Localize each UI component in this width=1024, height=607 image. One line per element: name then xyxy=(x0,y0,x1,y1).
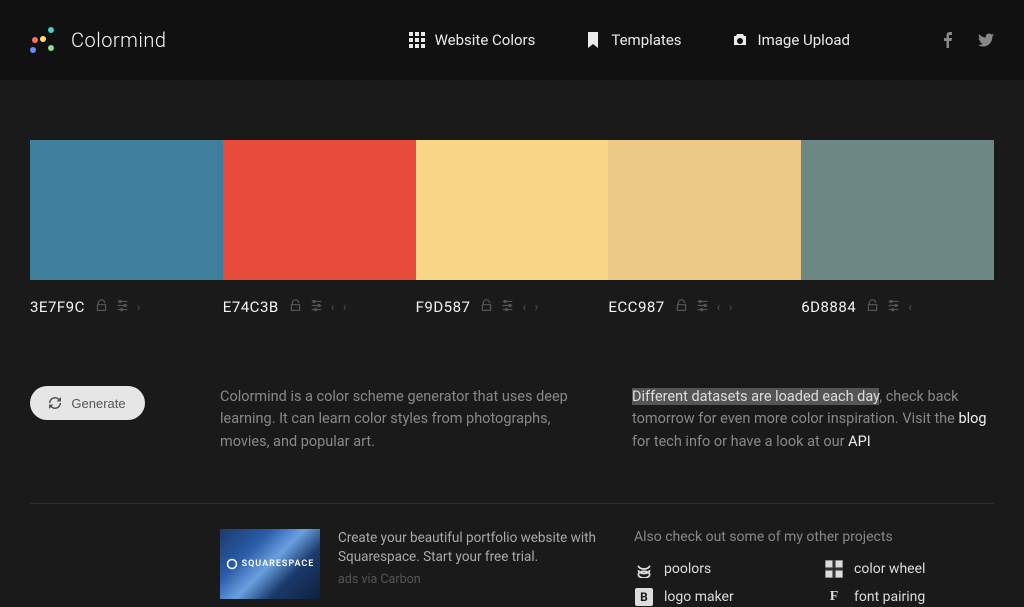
sliders-icon[interactable] xyxy=(116,298,129,316)
sliders-icon[interactable] xyxy=(696,298,709,316)
logo-icon xyxy=(30,27,56,53)
chevron-left-icon[interactable]: ‹ xyxy=(522,300,526,314)
swatch-label-0: 3E7F9C › xyxy=(30,298,223,316)
bookmark-icon xyxy=(585,32,601,48)
hex-label: ECC987 xyxy=(608,298,664,316)
swatch-3[interactable] xyxy=(608,140,801,280)
chevron-left-icon[interactable]: ‹ xyxy=(331,300,335,314)
chevron-right-icon[interactable]: › xyxy=(343,300,347,314)
project-name: color wheel xyxy=(854,561,925,577)
ad-image: SQUARESPACE xyxy=(220,529,320,599)
color-palette xyxy=(30,140,994,280)
chevron-right-icon[interactable]: › xyxy=(535,300,539,314)
refresh-icon xyxy=(49,397,61,409)
sliders-icon[interactable] xyxy=(887,298,900,316)
project-name: poolors xyxy=(664,561,711,577)
ad-text: Create your beautiful portfolio website … xyxy=(338,529,604,607)
description-2: Different datasets are loaded each day, … xyxy=(632,386,994,453)
project-link[interactable]: Blogo maker xyxy=(634,587,804,607)
header: Colormind Website Colors Templates Image… xyxy=(0,0,1024,80)
generate-label: Generate xyxy=(71,396,125,411)
blog-link[interactable]: blog xyxy=(958,410,986,427)
swatch-1[interactable] xyxy=(223,140,416,280)
hex-label: F9D587 xyxy=(416,298,471,316)
logo[interactable]: Colormind xyxy=(30,27,166,53)
swatch-label-2: F9D587 ‹ › xyxy=(416,298,609,316)
swatch-label-4: 6D8884 ‹ xyxy=(801,298,994,316)
nav-image-upload[interactable]: Image Upload xyxy=(732,31,850,49)
chevron-right-icon[interactable]: › xyxy=(729,300,733,314)
api-link[interactable]: API xyxy=(848,433,871,450)
highlight-text: Different datasets are loaded each day xyxy=(632,388,879,405)
project-link[interactable]: color wheel xyxy=(824,559,994,579)
facebook-icon[interactable] xyxy=(940,32,956,48)
sliders-icon[interactable] xyxy=(501,298,514,316)
project-icon: B xyxy=(634,587,654,607)
lock-icon[interactable] xyxy=(289,298,302,316)
swatch-2[interactable] xyxy=(416,140,609,280)
project-name: font pairing xyxy=(854,589,925,605)
lock-icon[interactable] xyxy=(866,298,879,316)
chevron-right-icon[interactable]: › xyxy=(137,300,141,314)
brand-text: Colormind xyxy=(71,28,166,52)
camera-icon xyxy=(732,32,748,48)
grid-icon xyxy=(409,32,425,48)
nav: Website Colors Templates Image Upload xyxy=(409,31,994,49)
project-name: logo maker xyxy=(664,589,734,605)
nav-label: Image Upload xyxy=(758,31,850,49)
lock-icon[interactable] xyxy=(95,298,108,316)
sliders-icon[interactable] xyxy=(310,298,323,316)
project-link[interactable]: poolors xyxy=(634,559,804,579)
social-links xyxy=(940,32,994,48)
lock-icon[interactable] xyxy=(675,298,688,316)
hex-label: 6D8884 xyxy=(801,298,856,316)
lock-icon[interactable] xyxy=(480,298,493,316)
hex-label: E74C3B xyxy=(223,298,279,316)
project-icon xyxy=(824,559,844,579)
footer-row: SQUARESPACE Create your beautiful portfo… xyxy=(30,529,994,607)
chevron-left-icon[interactable]: ‹ xyxy=(717,300,721,314)
palette-labels: 3E7F9C › E74C3B ‹ › F9D587 ‹ › ECC987 ‹ › 6D8884 ‹ xyxy=(30,298,994,316)
chevron-left-icon[interactable]: ‹ xyxy=(908,300,912,314)
description-1: Colormind is a color scheme generator th… xyxy=(220,386,632,453)
hex-label: 3E7F9C xyxy=(30,298,85,316)
generate-button[interactable]: Generate xyxy=(30,386,145,420)
nav-label: Templates xyxy=(611,31,681,49)
swatch-label-1: E74C3B ‹ › xyxy=(223,298,416,316)
generate-column: Generate xyxy=(30,386,220,453)
twitter-icon[interactable] xyxy=(978,32,994,48)
project-icon xyxy=(634,559,654,579)
main-content: 3E7F9C › E74C3B ‹ › F9D587 ‹ › ECC987 ‹ › 6D8884 ‹ G… xyxy=(0,140,1024,607)
swatch-label-3: ECC987 ‹ › xyxy=(608,298,801,316)
other-projects: Also check out some of my other projects… xyxy=(634,529,994,607)
nav-label: Website Colors xyxy=(435,31,536,49)
divider xyxy=(30,503,994,504)
nav-website-colors[interactable]: Website Colors xyxy=(409,31,536,49)
swatch-0[interactable] xyxy=(30,140,223,280)
project-icon: F xyxy=(824,587,844,607)
project-link[interactable]: Ffont pairing xyxy=(824,587,994,607)
ad-attribution[interactable]: ads via Carbon xyxy=(338,571,604,589)
nav-templates[interactable]: Templates xyxy=(585,31,681,49)
swatch-4[interactable] xyxy=(801,140,994,280)
projects-title: Also check out some of my other projects xyxy=(634,529,994,545)
body-row: Generate Colormind is a color scheme gen… xyxy=(30,386,994,453)
ad-block[interactable]: SQUARESPACE Create your beautiful portfo… xyxy=(220,529,604,607)
